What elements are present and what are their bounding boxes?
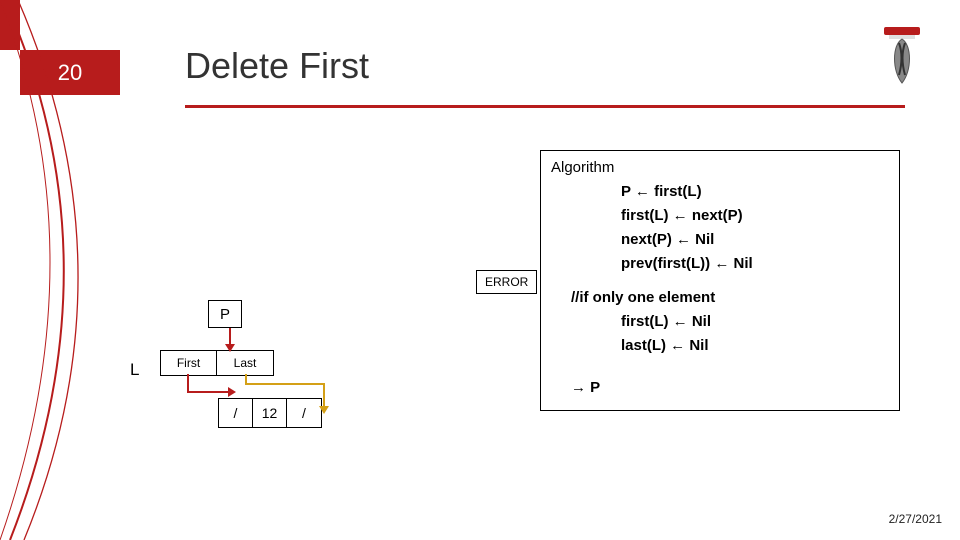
first-arrow (182, 374, 236, 402)
list-header-box: First Last (160, 350, 274, 376)
slide-title: Delete First (185, 45, 369, 87)
algo-comment-line-2: last(L) ← Nil (551, 334, 889, 358)
last-arrow (240, 374, 330, 414)
red-accent-bar (0, 0, 20, 50)
error-label: ERROR (476, 270, 537, 294)
slide-date: 2/27/2021 (889, 512, 942, 526)
algo-line-2: first(L) ← next(P) (551, 204, 889, 228)
algo-comment-line-1: first(L) ← Nil (551, 310, 889, 334)
institution-logo (874, 25, 930, 87)
algo-return: → P (551, 376, 889, 400)
slide-number: 20 (20, 50, 120, 95)
algo-line-1: P ← first(L) (551, 180, 889, 204)
algo-line-3: next(P) ← Nil (551, 228, 889, 252)
algo-line-4: prev(first(L)) ← Nil (551, 252, 889, 276)
p-arrow (222, 328, 238, 352)
algorithm-heading: Algorithm (551, 159, 889, 176)
first-cell: First (161, 351, 217, 375)
algo-comment: //if only one element (551, 286, 889, 310)
last-cell: Last (217, 351, 273, 375)
algorithm-box: Algorithm P ← first(L) first(L) ← next(P… (540, 150, 900, 411)
p-pointer-box: P (208, 300, 242, 328)
l-label: L (130, 360, 139, 380)
title-underline (185, 105, 905, 108)
